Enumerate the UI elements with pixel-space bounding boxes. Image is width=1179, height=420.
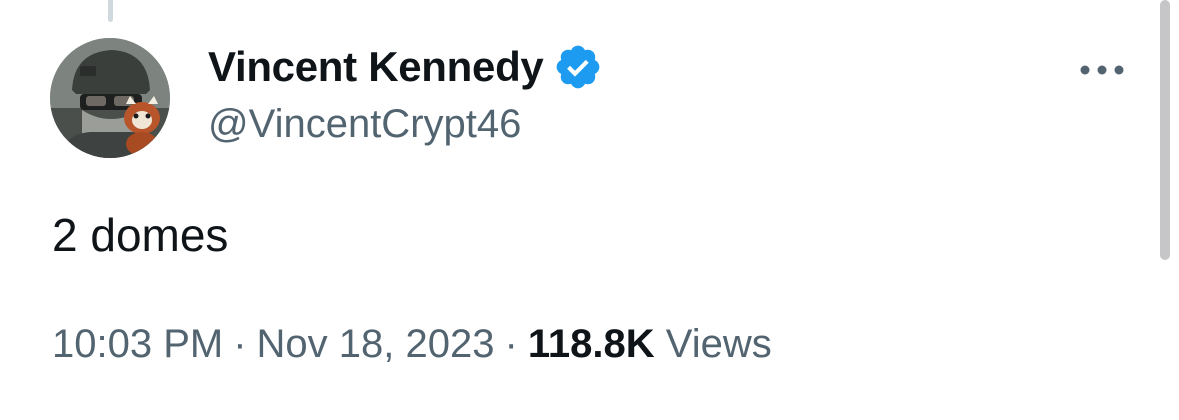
avatar-image: [50, 38, 170, 158]
views-count[interactable]: 118.8K: [528, 322, 655, 366]
tweet-text: 2 domes: [52, 209, 229, 261]
avatar[interactable]: [50, 38, 170, 158]
more-horizontal-icon: [1080, 65, 1124, 75]
tweet-meta: 10:03 PM · Nov 18, 2023 · 118.8K Views: [52, 322, 772, 367]
thread-connector-line: [108, 0, 113, 22]
tweet-date[interactable]: Nov 18, 2023: [257, 322, 495, 366]
meta-separator: ·: [233, 322, 247, 366]
more-options-button[interactable]: [1072, 50, 1132, 90]
views-label[interactable]: Views: [666, 322, 772, 366]
scrollbar[interactable]: [1160, 0, 1170, 260]
verified-badge-icon[interactable]: [553, 42, 603, 92]
meta-separator: ·: [504, 322, 518, 366]
name-row: Vincent Kennedy: [208, 38, 603, 96]
author-handle[interactable]: @VincentCrypt46: [208, 102, 603, 147]
author-display-name[interactable]: Vincent Kennedy: [208, 43, 544, 91]
tweet-time[interactable]: 10:03 PM: [52, 322, 223, 366]
tweet-header: Vincent Kennedy @VincentCrypt46: [208, 38, 603, 147]
